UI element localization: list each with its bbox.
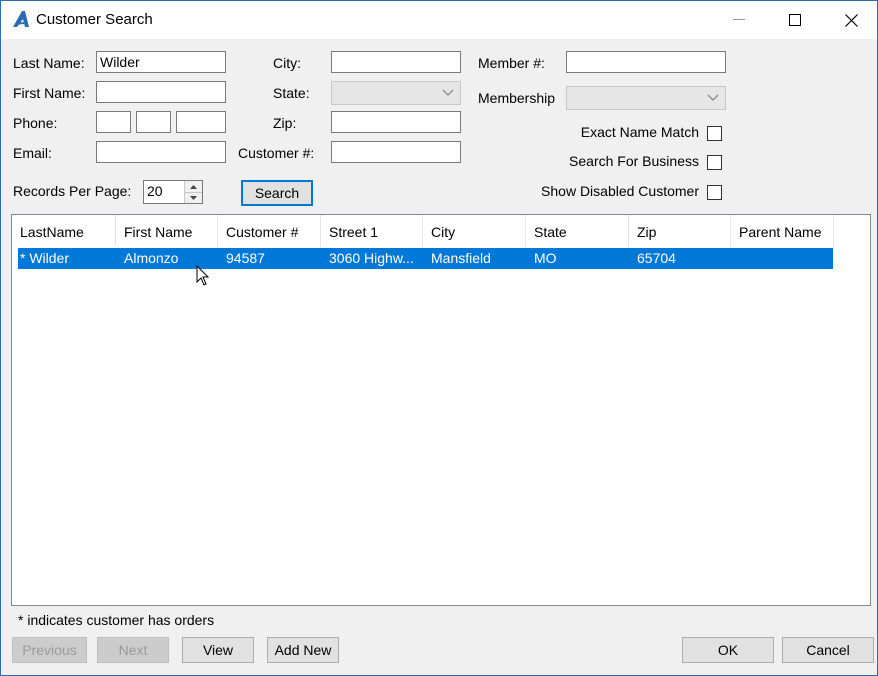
column-header-customer-number[interactable]: Customer #	[218, 215, 321, 247]
minimize-button[interactable]	[711, 1, 767, 39]
cell-zip: 65704	[637, 250, 676, 266]
orders-footnote: * indicates customer has orders	[18, 612, 215, 628]
column-header-state[interactable]: State	[526, 215, 629, 247]
add-new-button[interactable]: Add New	[267, 637, 339, 663]
maximize-button[interactable]	[767, 1, 823, 39]
membership-select[interactable]	[566, 86, 726, 110]
phone-area-input[interactable]	[96, 111, 131, 133]
previous-button[interactable]: Previous	[12, 637, 87, 663]
close-button[interactable]	[823, 1, 878, 39]
caret-up-icon	[190, 184, 197, 189]
minimize-icon	[733, 19, 745, 20]
results-grid[interactable]: LastName First Name Customer # Street 1 …	[11, 214, 871, 606]
state-label: State:	[273, 85, 310, 101]
last-name-label: Last Name:	[13, 55, 85, 71]
column-header-street-1[interactable]: Street 1	[321, 215, 423, 247]
cell-street-1: 3060 Highw...	[329, 250, 414, 266]
email-input[interactable]	[96, 141, 226, 163]
cell-lastname: * Wilder	[20, 250, 70, 266]
table-row[interactable]: * Wilder Almonzo 94587 3060 Highw... Man…	[18, 248, 833, 269]
title-bar: Customer Search	[1, 1, 877, 39]
show-disabled-customer-label: Show Disabled Customer	[541, 183, 699, 199]
membership-label: Membership	[478, 90, 556, 106]
search-for-business-checkbox[interactable]	[707, 155, 722, 170]
column-header-zip[interactable]: Zip	[629, 215, 731, 247]
grid-header: LastName First Name Customer # Street 1 …	[12, 215, 834, 247]
view-button[interactable]: View	[182, 637, 254, 663]
column-header-lastname[interactable]: LastName	[12, 215, 116, 247]
cell-state: MO	[534, 250, 557, 266]
city-input[interactable]	[331, 51, 461, 73]
mouse-cursor-icon	[196, 265, 210, 286]
zip-input[interactable]	[331, 111, 461, 133]
search-button[interactable]: Search	[241, 180, 313, 206]
search-for-business-label: Search For Business	[569, 153, 699, 169]
city-label: City:	[273, 55, 301, 71]
member-number-label: Member #:	[478, 55, 545, 71]
phone-label: Phone:	[13, 115, 58, 131]
first-name-input[interactable]	[96, 81, 226, 103]
exact-name-match-label: Exact Name Match	[580, 124, 699, 140]
chevron-down-icon	[707, 94, 719, 101]
records-per-page-value: 20	[147, 183, 163, 199]
window-title: Customer Search	[36, 11, 153, 28]
customer-number-input[interactable]	[331, 141, 461, 163]
first-name-label: First Name:	[13, 85, 86, 101]
phone-prefix-input[interactable]	[136, 111, 171, 133]
customer-number-label: Customer #:	[238, 145, 315, 161]
chevron-down-icon	[442, 89, 454, 96]
cell-city: Mansfield	[431, 250, 491, 266]
member-number-input[interactable]	[566, 51, 726, 73]
records-per-page-label: Records Per Page:	[13, 183, 132, 199]
cancel-button[interactable]: Cancel	[782, 637, 874, 663]
next-button[interactable]: Next	[97, 637, 169, 663]
maximize-icon	[789, 14, 801, 26]
customer-search-window: Customer Search Last Name: First Name: P…	[0, 0, 878, 676]
column-header-parent-name[interactable]: Parent Name	[731, 215, 834, 247]
zip-label: Zip:	[273, 115, 297, 131]
close-icon	[844, 13, 858, 27]
email-label: Email:	[13, 145, 52, 161]
column-header-city[interactable]: City	[423, 215, 526, 247]
records-per-page-spinner[interactable]: 20	[143, 180, 203, 204]
caret-down-icon	[190, 195, 197, 200]
show-disabled-customer-checkbox[interactable]	[707, 185, 722, 200]
spinner-arrows	[184, 181, 202, 203]
ok-button[interactable]: OK	[682, 637, 774, 663]
column-header-first-name[interactable]: First Name	[116, 215, 218, 247]
cell-customer-number: 94587	[226, 250, 265, 266]
phone-line-input[interactable]	[176, 111, 226, 133]
last-name-input[interactable]	[96, 51, 226, 73]
exact-name-match-checkbox[interactable]	[707, 126, 722, 141]
state-select[interactable]	[331, 81, 461, 105]
app-logo-icon	[13, 11, 29, 27]
spinner-down-button[interactable]	[185, 192, 202, 203]
